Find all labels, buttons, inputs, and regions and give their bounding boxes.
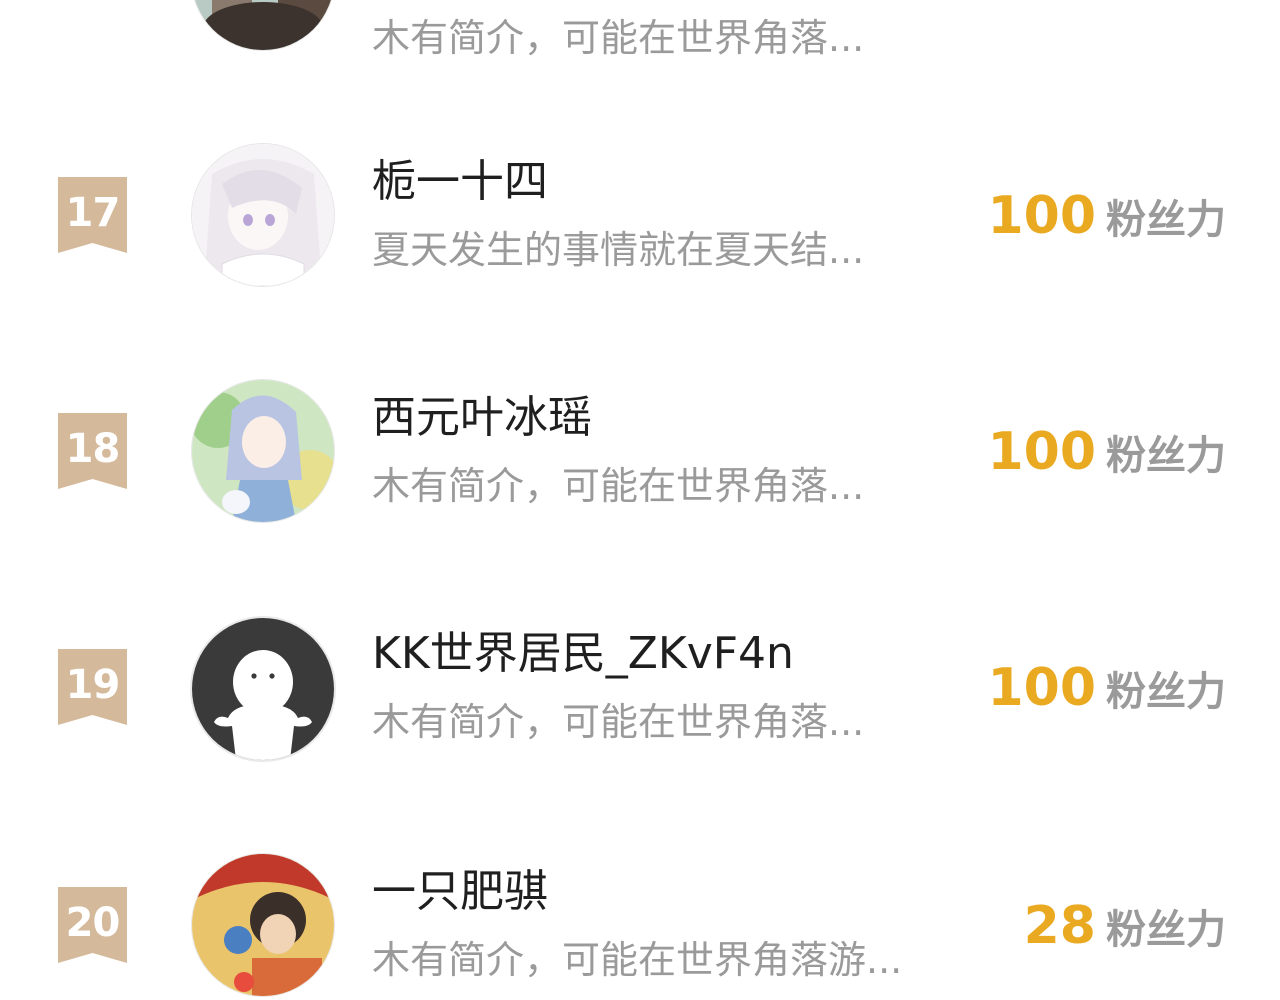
fans-number: 100 bbox=[987, 186, 1096, 246]
user-bio: 夏天发生的事情就在夏天结... bbox=[372, 228, 865, 272]
rank-badge: 19 bbox=[58, 649, 127, 725]
fans-label: 粉丝力 bbox=[1106, 907, 1226, 953]
fans-ranking-list: 木有简介，可能在世界角落... 100粉丝力 17 栀一十四 夏天发生的事情就在 bbox=[0, 0, 1280, 1000]
rank-number: 20 bbox=[65, 900, 121, 946]
list-item[interactable]: 17 栀一十四 夏天发生的事情就在夏天结... 100 粉丝力 bbox=[0, 114, 1280, 314]
list-item[interactable]: 18 西元叶冰瑶 木有简介，可能在世界角落... 100 粉丝力 bbox=[0, 350, 1280, 550]
fans-label: 粉丝力 bbox=[1106, 197, 1226, 243]
fans-score: 100 粉丝力 bbox=[987, 186, 1226, 258]
rank-number: 17 bbox=[65, 190, 121, 236]
fans-number: 100 bbox=[987, 422, 1096, 482]
rank-badge: 20 bbox=[58, 887, 127, 963]
fans-label: 粉丝力 bbox=[1106, 669, 1226, 715]
default-avatar-icon bbox=[192, 618, 334, 760]
fans-number: 100 bbox=[987, 658, 1096, 718]
list-item[interactable]: 19 KK世界居民_ZKvF4n 木有简介，可能在世界角落... 100 粉丝力 bbox=[0, 586, 1280, 786]
avatar-photo-icon bbox=[192, 0, 334, 50]
avatar[interactable] bbox=[192, 0, 334, 50]
avatar-album-art-icon bbox=[192, 854, 334, 996]
rank-badge: 18 bbox=[58, 413, 127, 489]
fans-score: 100 粉丝力 bbox=[987, 422, 1226, 494]
fans-number: 28 bbox=[1023, 896, 1096, 956]
avatar[interactable] bbox=[192, 854, 334, 996]
user-bio: 木有简介，可能在世界角落... bbox=[372, 16, 865, 60]
avatar[interactable] bbox=[192, 618, 334, 760]
rank-number: 18 bbox=[65, 426, 121, 472]
user-name[interactable]: KK世界居民_ZKvF4n bbox=[372, 626, 794, 682]
rank-badge: 17 bbox=[58, 177, 127, 253]
user-bio: 木有简介，可能在世界角落... bbox=[372, 700, 865, 744]
avatar[interactable] bbox=[192, 380, 334, 522]
rank-number: 19 bbox=[65, 662, 121, 708]
avatar-anime-girl-icon bbox=[192, 380, 334, 522]
user-bio: 木有简介，可能在世界角落... bbox=[372, 464, 865, 508]
avatar-anime-girl-icon bbox=[192, 144, 334, 286]
user-name[interactable]: 西元叶冰瑶 bbox=[372, 390, 592, 446]
avatar[interactable] bbox=[192, 144, 334, 286]
fans-score: 100 粉丝力 bbox=[987, 658, 1226, 730]
user-name[interactable]: 栀一十四 bbox=[372, 154, 548, 210]
fans-label: 粉丝力 bbox=[1106, 433, 1226, 479]
list-item[interactable]: 20 一只肥骐 木有简介，可能在世界角落游... 28 粉丝力 bbox=[0, 824, 1280, 1000]
user-name[interactable]: 一只肥骐 bbox=[372, 864, 548, 920]
user-bio: 木有简介，可能在世界角落游... bbox=[372, 938, 903, 982]
fans-score: 28 粉丝力 bbox=[1024, 896, 1226, 968]
